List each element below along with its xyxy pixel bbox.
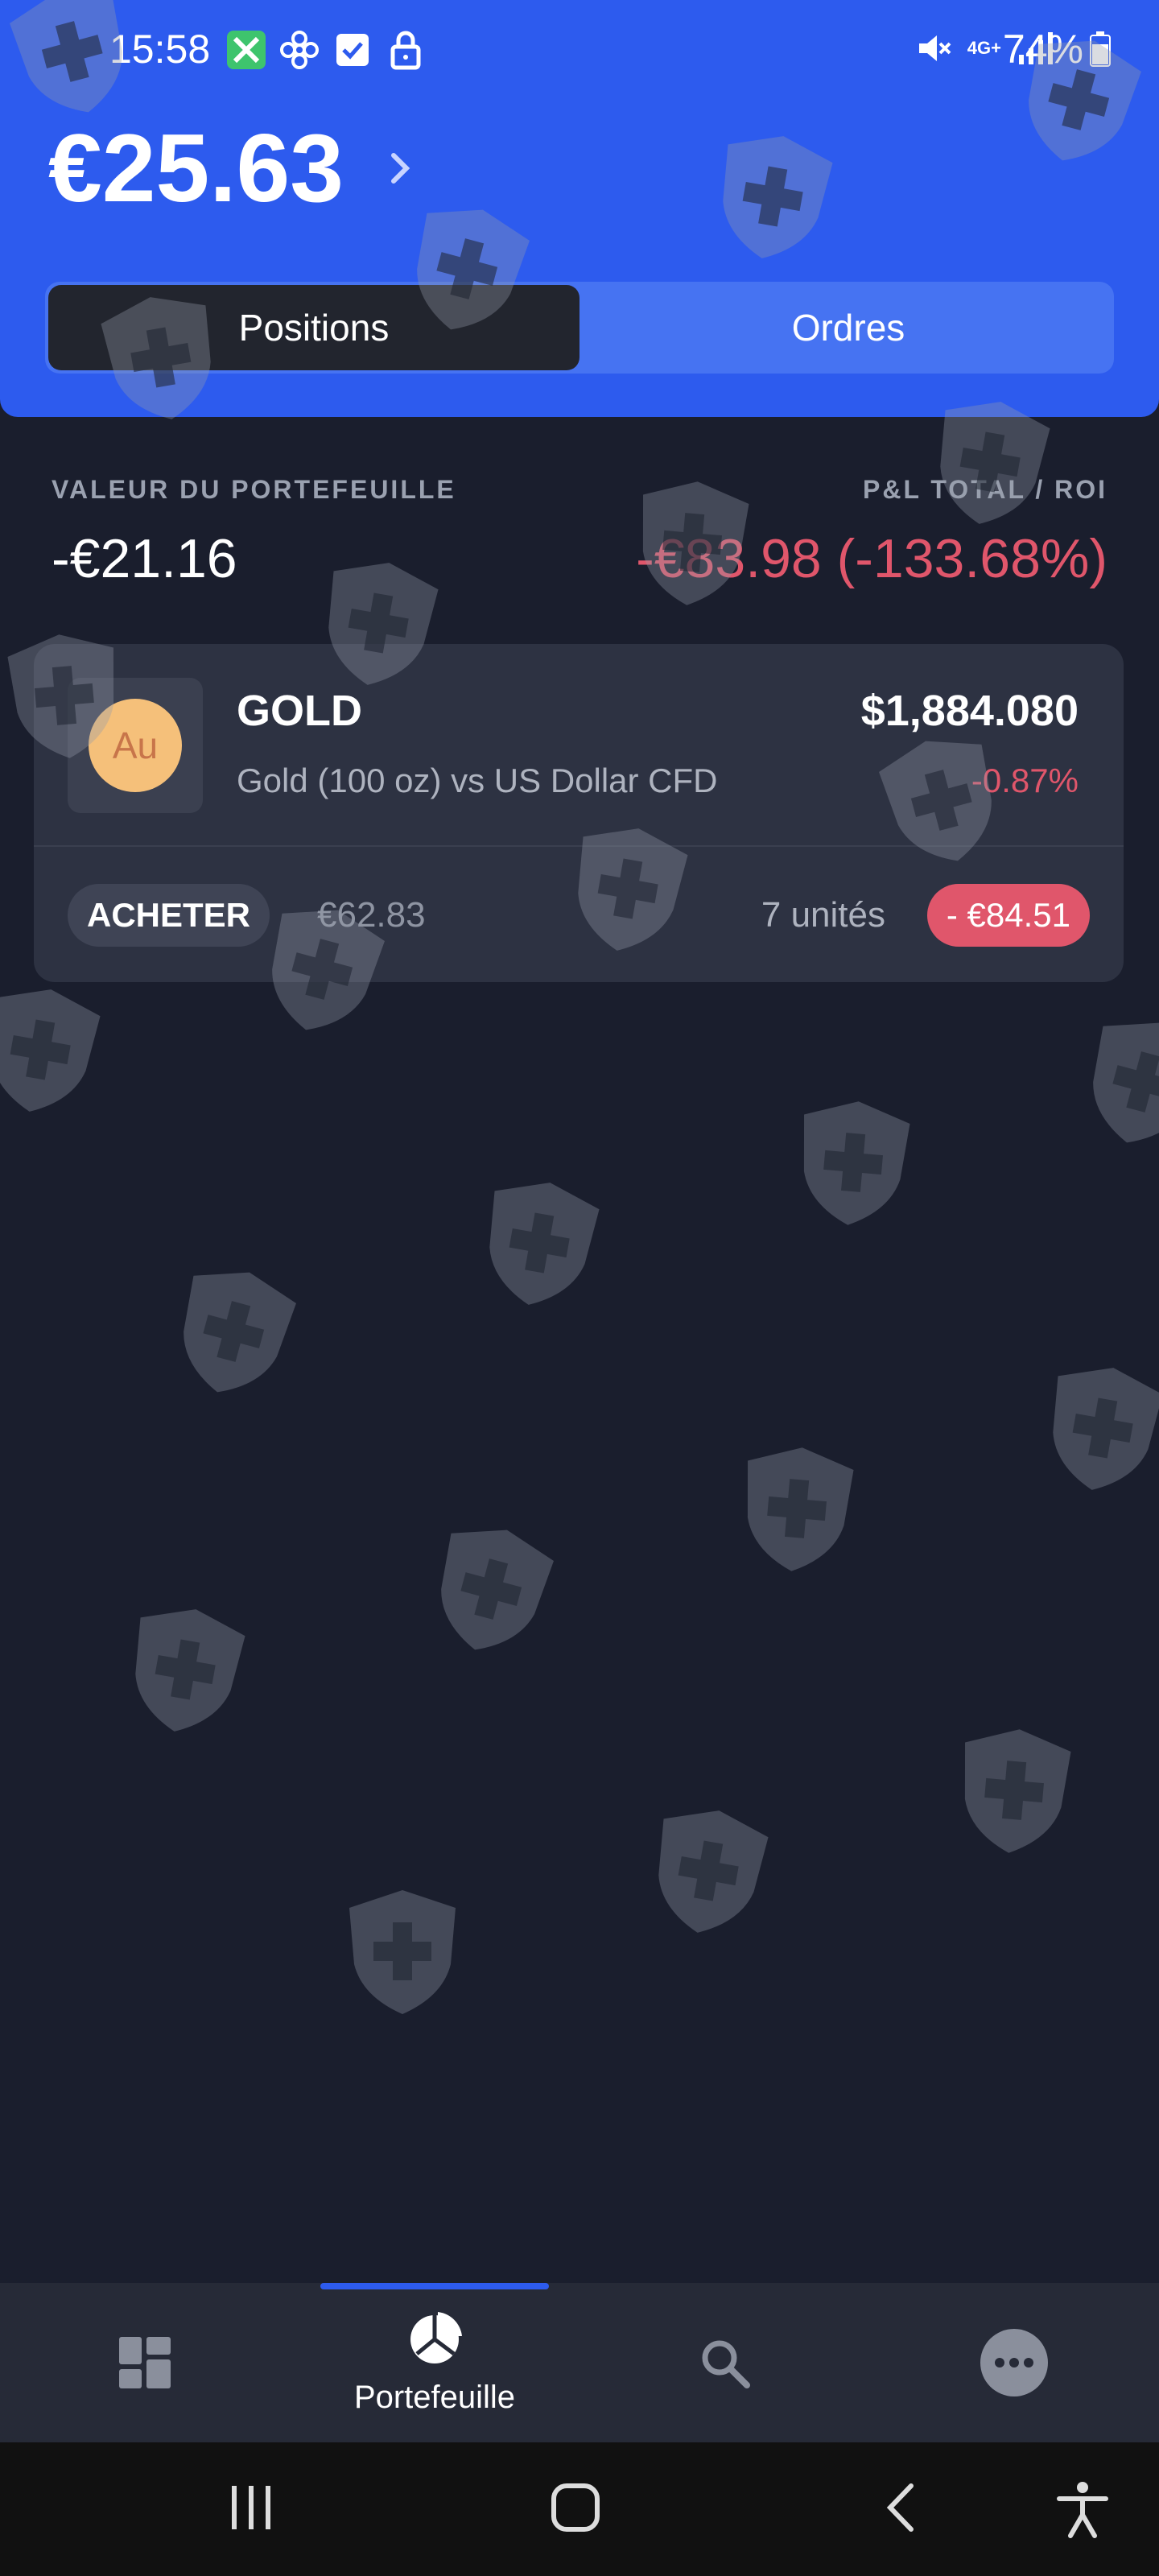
position-card[interactable]: Au GOLD Gold (100 oz) vs US Dollar CFD $… xyxy=(34,644,1124,982)
status-time: 15:58 xyxy=(109,27,211,72)
mute-icon xyxy=(918,35,951,61)
recent-apps-icon[interactable] xyxy=(227,2479,275,2536)
position-card-header[interactable]: Au GOLD Gold (100 oz) vs US Dollar CFD $… xyxy=(34,644,1124,845)
search-icon xyxy=(702,2340,750,2388)
accessibility-icon[interactable] xyxy=(1054,2479,1111,2539)
tab-ordres[interactable]: Ordres xyxy=(583,282,1114,374)
positions-orders-tabs: Positions Ordres xyxy=(45,282,1114,374)
shield-watermark-icon xyxy=(964,1729,1071,1853)
asset-price: $1,884.080 xyxy=(860,687,1079,735)
asset-icon-tile: Au xyxy=(68,678,203,813)
tab-positions[interactable]: Positions xyxy=(48,285,580,370)
shield-watermark-icon xyxy=(1053,1368,1159,1490)
shield-watermark-icon xyxy=(441,1530,554,1650)
shield-watermark-icon xyxy=(489,1183,600,1305)
buy-direction-badge: ACHETER xyxy=(68,884,270,947)
pnl-label: P&L TOTAL / ROI xyxy=(863,475,1107,504)
back-icon[interactable] xyxy=(877,2479,926,2536)
status-bar: 15:58 4G+ 74% xyxy=(0,0,1159,105)
header: 15:58 4G+ 74% €25.63 Positions Ordres xyxy=(0,0,1159,417)
shield-watermark-icon xyxy=(658,1810,769,1933)
nav-search[interactable] xyxy=(660,2283,789,2442)
balance-value: €25.63 xyxy=(48,114,344,222)
shield-watermark-icon xyxy=(0,989,101,1112)
asset-symbol: GOLD xyxy=(237,687,362,735)
notification-icons xyxy=(225,29,427,71)
shield-watermark-icon xyxy=(803,1101,910,1225)
more-icon xyxy=(980,2329,1048,2396)
dashboard-icon xyxy=(119,2337,171,2388)
pnl-block: P&L TOTAL / ROI -€83.98 (-133.68%) xyxy=(636,475,1107,590)
card-divider xyxy=(34,845,1124,847)
battery-status: 74% xyxy=(1003,26,1111,72)
pie-chart-icon xyxy=(410,2311,462,2363)
invested-amount: €62.83 xyxy=(317,895,426,935)
position-units: 7 unités xyxy=(761,895,885,935)
home-icon[interactable] xyxy=(547,2479,604,2536)
gold-coin-icon: Au xyxy=(89,699,182,792)
pnl-value: -€83.98 (-133.68%) xyxy=(636,528,1107,589)
app-notification-icon xyxy=(227,31,266,69)
system-navigation-bar xyxy=(0,2442,1159,2576)
bottom-navigation: Portefeuille xyxy=(0,2283,1159,2442)
position-pnl-badge: - €84.51 xyxy=(926,884,1090,947)
nav-portfolio-label: Portefeuille xyxy=(353,2379,516,2415)
battery-icon xyxy=(1090,31,1111,67)
portfolio-value: -€21.16 xyxy=(52,528,237,589)
network-type: 4G+ xyxy=(967,38,1001,58)
battery-level: 74% xyxy=(1002,27,1083,72)
asset-name: Gold (100 oz) vs US Dollar CFD xyxy=(237,762,718,799)
checkbox-icon xyxy=(336,34,369,66)
chevron-right-icon xyxy=(391,153,410,184)
portfolio-value-block: VALEUR DU PORTEFEUILLE -€21.16 xyxy=(52,475,456,590)
lock-icon xyxy=(390,31,421,70)
asset-change: -0.87% xyxy=(971,762,1079,799)
account-balance[interactable]: €25.63 xyxy=(48,113,424,224)
shield-watermark-icon xyxy=(135,1609,245,1732)
shield-watermark-icon xyxy=(349,1890,456,2014)
pinwheel-icon xyxy=(280,31,319,69)
shield-watermark-icon xyxy=(184,1272,296,1393)
portfolio-value-label: VALEUR DU PORTEFEUILLE xyxy=(52,475,456,504)
nav-portfolio[interactable]: Portefeuille xyxy=(320,2283,549,2442)
shield-watermark-icon xyxy=(1093,1022,1159,1143)
nav-more[interactable] xyxy=(950,2283,1079,2442)
shield-watermark-icon xyxy=(747,1447,854,1571)
nav-dashboard[interactable] xyxy=(80,2283,209,2442)
